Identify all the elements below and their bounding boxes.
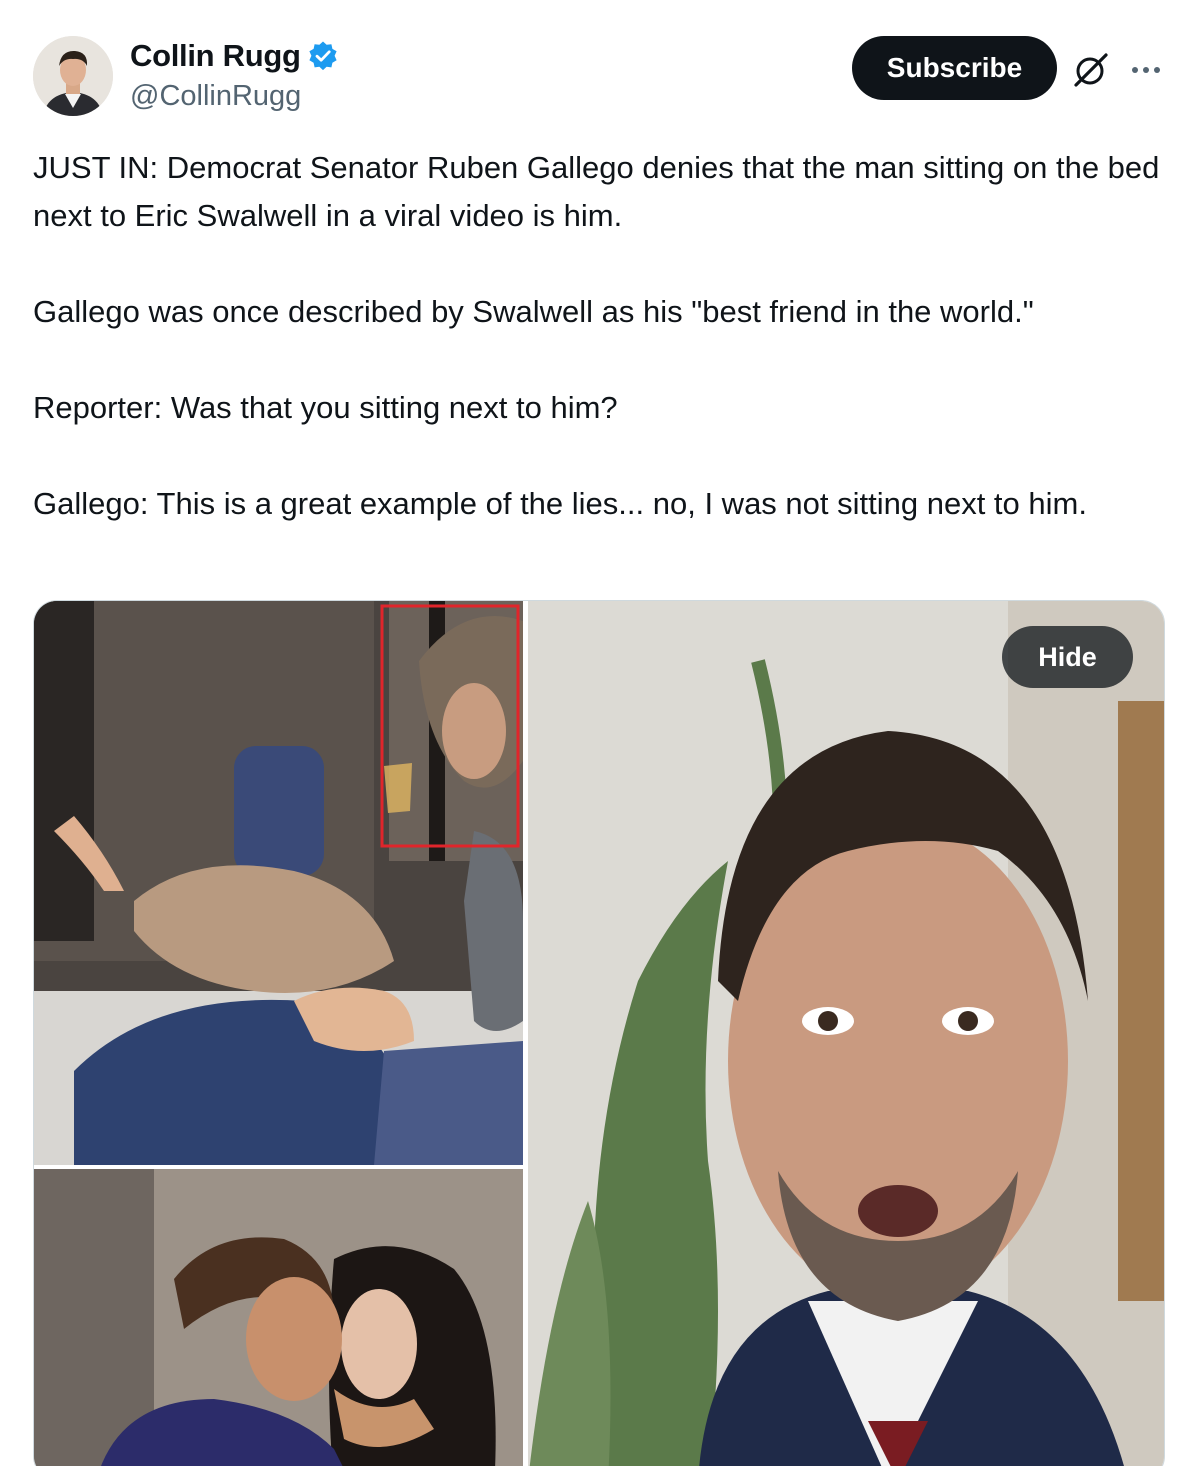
media-image-couple[interactable]	[34, 1169, 523, 1466]
author-handle[interactable]: @CollinRugg	[130, 80, 301, 113]
media-image-bedroom[interactable]	[34, 601, 523, 1165]
verified-badge-icon	[307, 40, 339, 72]
grok-icon[interactable]	[1069, 50, 1113, 90]
more-horizontal-icon[interactable]	[1126, 50, 1166, 90]
media-image-senator[interactable]	[528, 601, 1164, 1466]
author-display-name[interactable]: Collin Rugg	[130, 38, 301, 74]
tweet-paragraph: Reporter: Was that you sitting next to h…	[33, 390, 618, 425]
tweet-header: Collin Rugg @CollinRugg Subscribe	[0, 0, 1178, 130]
tweet-paragraph: JUST IN: Democrat Senator Ruben Gallego …	[33, 150, 1160, 233]
hide-media-button[interactable]: Hide	[1002, 626, 1133, 688]
subscribe-button[interactable]: Subscribe	[852, 36, 1057, 100]
author-avatar[interactable]	[33, 36, 113, 116]
media-grid: Hide	[33, 600, 1165, 1466]
tweet-paragraph: Gallego was once described by Swalwell a…	[33, 294, 1034, 329]
author-name-row: Collin Rugg	[130, 38, 339, 74]
tweet-paragraph: Gallego: This is a great example of the …	[33, 486, 1087, 521]
avatar-photo	[33, 36, 113, 116]
tweet-body: JUST IN: Democrat Senator Ruben Gallego …	[33, 144, 1168, 528]
